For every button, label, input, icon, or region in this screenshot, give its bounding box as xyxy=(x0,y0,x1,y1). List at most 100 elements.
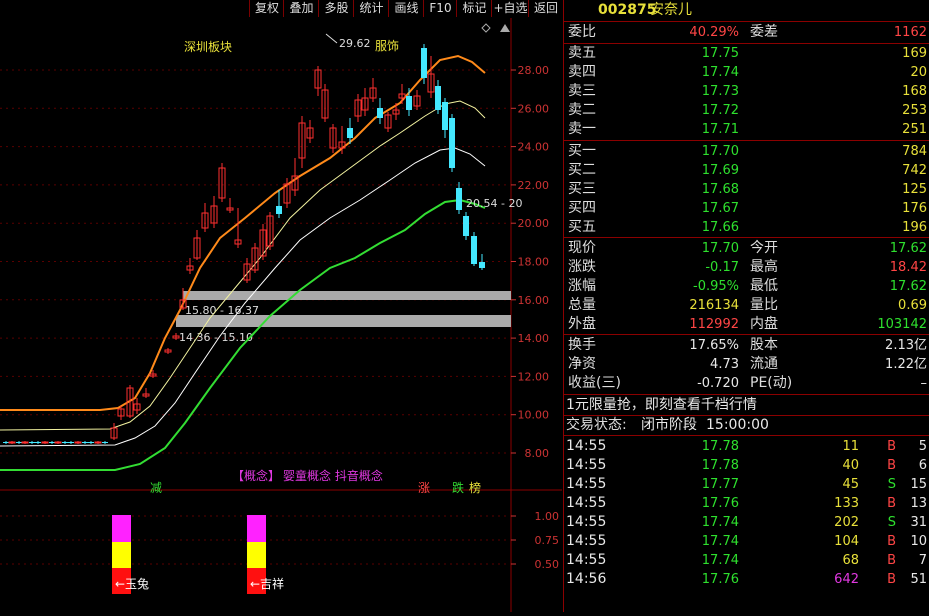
high-pointer xyxy=(325,33,338,44)
buy-price: 17.69 xyxy=(701,163,739,178)
stat-row: 涨幅 -0.95% 最低 17.62 xyxy=(564,277,929,296)
concept-prefix: 【概念】 xyxy=(232,468,280,483)
buy-price: 17.67 xyxy=(701,201,739,216)
support-zone-1-label: 15.80 - 16.37 xyxy=(185,304,259,317)
high-tag: 服饰 xyxy=(375,39,399,53)
stat-value: -0.95% xyxy=(693,279,739,294)
weibi-label: 委比 xyxy=(568,24,596,40)
tick-vol: 40 xyxy=(842,458,859,473)
tick-price: 17.74 xyxy=(701,515,739,530)
price-tick-label: 18.00 xyxy=(518,256,550,269)
sell-level-1[interactable]: 卖一 17.71 251 xyxy=(564,120,929,139)
mark-jian: 减 xyxy=(150,481,162,495)
sell-level-3[interactable]: 卖三 17.73 168 xyxy=(564,82,929,101)
tick-count: 10 xyxy=(910,534,927,549)
stock-header: 002875 安奈儿 xyxy=(564,1,929,20)
candle-body xyxy=(82,442,88,443)
chart-toolbar: 复权 叠加 多股 统计 画线 F10 标记 +自选 返回 xyxy=(0,0,562,18)
toolbar-button-6[interactable]: 标记 xyxy=(456,0,492,17)
stat-row: 现价 17.70 今开 17.62 xyxy=(564,239,929,258)
candle-body xyxy=(35,442,41,443)
toolbar-button-2[interactable]: 多股 xyxy=(318,0,354,17)
sell-price: 17.75 xyxy=(701,46,739,61)
toolbar-button-7[interactable]: +自选 xyxy=(491,0,529,17)
indicator-bar-top xyxy=(112,515,131,542)
price-tick-label: 22.00 xyxy=(518,179,550,192)
price-tick-label: 24.00 xyxy=(518,141,550,154)
candle-body xyxy=(406,96,412,110)
stat-label: 今开 xyxy=(750,240,778,256)
buy-level-1[interactable]: 买一 17.70 784 xyxy=(564,142,929,161)
fundamental-label: 股本 xyxy=(750,337,778,353)
fundamental-label: 收益(三) xyxy=(568,375,621,391)
mark-die: 跌 xyxy=(452,480,464,495)
fundamental-label: 换手 xyxy=(568,337,596,353)
candle-body xyxy=(41,441,49,444)
fundamental-label: 流通 xyxy=(750,356,778,372)
tick-price: 17.78 xyxy=(701,458,739,473)
buy-label: 买四 xyxy=(568,200,596,216)
price-tick-label: 16.00 xyxy=(518,294,550,307)
toolbar-button-0[interactable]: 复权 xyxy=(249,0,284,17)
candle-body xyxy=(94,441,102,444)
buy-label: 买一 xyxy=(568,143,596,159)
sell-label: 卖一 xyxy=(568,121,596,137)
toolbar-button-3[interactable]: 统计 xyxy=(353,0,389,17)
stat-value: 0.69 xyxy=(898,298,927,313)
stat-value: 18.42 xyxy=(889,260,927,275)
stat-value: 216134 xyxy=(689,298,739,313)
sell-level-2[interactable]: 卖二 17.72 253 xyxy=(564,101,929,120)
candle-body xyxy=(102,442,108,443)
buy-price: 17.70 xyxy=(701,144,739,159)
candle-body xyxy=(463,216,469,236)
tick-vol: 104 xyxy=(834,534,859,549)
ind-tick-label: 0.75 xyxy=(535,534,560,547)
buy-vol: 196 xyxy=(902,220,927,235)
fundamental-label: 净资 xyxy=(568,356,596,372)
toolbar-button-4[interactable]: 画线 xyxy=(388,0,424,17)
candle-body xyxy=(88,442,94,443)
toolbar-button-8[interactable]: 返回 xyxy=(528,0,563,17)
candle-body xyxy=(49,442,55,443)
tick-row: 14:55 17.74 202 S 31 xyxy=(564,513,929,532)
sell-level-4[interactable]: 卖四 17.74 20 xyxy=(564,63,929,82)
triangle-icon[interactable] xyxy=(500,24,510,32)
tick-row: 14:55 17.74 68 B 7 xyxy=(564,551,929,570)
tick-row: 14:56 17.76 642 B 51 xyxy=(564,570,929,589)
buy-level-3[interactable]: 买三 17.68 125 xyxy=(564,180,929,199)
sell-vol: 20 xyxy=(910,65,927,80)
buy-level-2[interactable]: 买二 17.69 742 xyxy=(564,161,929,180)
stat-row: 涨跌 -0.17 最高 18.42 xyxy=(564,258,929,277)
stat-label: 最高 xyxy=(750,259,778,275)
sell-level-5[interactable]: 卖五 17.75 169 xyxy=(564,44,929,63)
candle-body xyxy=(62,442,68,443)
tick-row: 14:55 17.74 104 B 10 xyxy=(564,532,929,551)
toolbar-button-5[interactable]: F10 xyxy=(423,0,457,17)
tick-price: 17.76 xyxy=(701,496,739,511)
status-label: 交易状态: xyxy=(566,417,627,433)
toolbar-button-1[interactable]: 叠加 xyxy=(283,0,319,17)
stat-row: 总量 216134 量比 0.69 xyxy=(564,296,929,315)
tick-time: 14:55 xyxy=(566,457,607,473)
promo-banner[interactable]: 1元限量抢，即刻查看千档行情 xyxy=(564,396,929,415)
stock-name: 安奈儿 xyxy=(650,2,692,18)
diamond-icon[interactable] xyxy=(481,23,491,33)
buy-level-4[interactable]: 买四 17.67 176 xyxy=(564,199,929,218)
candle-body xyxy=(347,128,353,138)
candle-body xyxy=(442,102,448,130)
mark-bang: 榜 xyxy=(469,480,481,495)
tick-side: S xyxy=(887,477,896,492)
buy-label: 买五 xyxy=(568,219,596,235)
concept-text[interactable]: 婴童概念 抖音概念 xyxy=(283,468,383,483)
kline-svg[interactable]: 28.00 26.00 24.00 22.00 20.00 18.00 16.00 14.00… xyxy=(0,18,562,612)
candle-body xyxy=(421,48,427,78)
tick-price: 17.77 xyxy=(701,477,739,492)
tick-count: 6 xyxy=(918,458,927,473)
candle-body xyxy=(456,188,462,210)
sell-vol: 168 xyxy=(902,84,927,99)
candle-body xyxy=(29,442,35,443)
ma-orange-line xyxy=(0,54,486,411)
kline-chart[interactable]: 28.00 26.00 24.00 22.00 20.00 18.00 16.00 14.00… xyxy=(0,18,562,612)
buy-vol: 784 xyxy=(902,144,927,159)
buy-level-5[interactable]: 买五 17.66 196 xyxy=(564,218,929,237)
